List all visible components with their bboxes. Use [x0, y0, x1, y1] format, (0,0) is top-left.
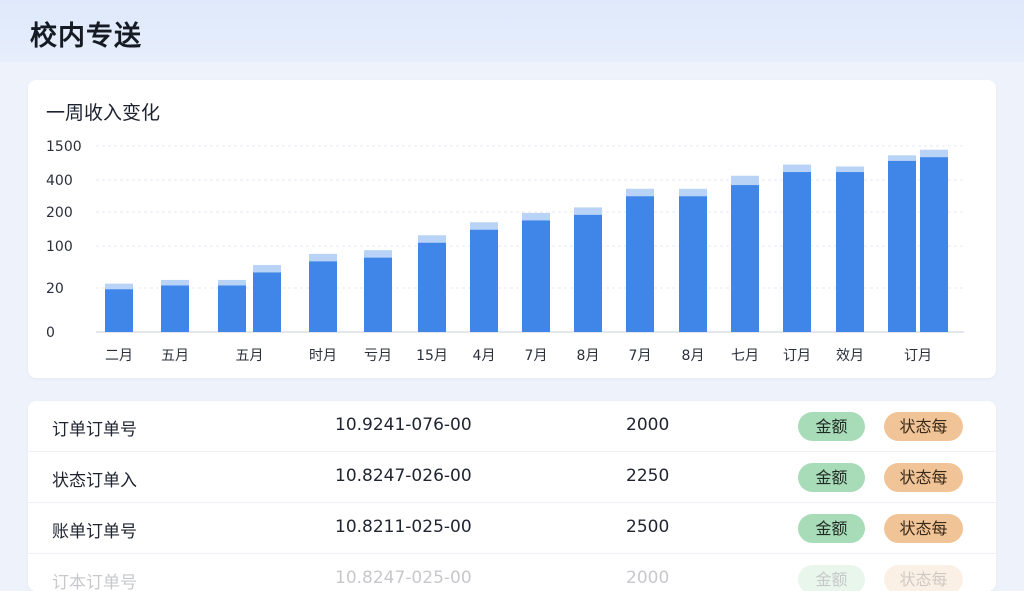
- x-tick-label: 15月: [416, 348, 448, 364]
- order-name: 账单订单号: [52, 522, 137, 542]
- bar-cap: [574, 207, 602, 215]
- bar: [836, 172, 864, 332]
- app-header: 校内专送: [0, 0, 1024, 62]
- order-amount: 2000: [626, 415, 670, 435]
- bar-cap: [836, 166, 864, 173]
- order-amount: 2000: [626, 568, 670, 588]
- status-badge[interactable]: 状态每: [884, 565, 963, 591]
- order-amount: 2250: [626, 466, 670, 486]
- amount-badge[interactable]: 金额: [798, 463, 865, 492]
- order-number: 10.8247-025-00: [335, 568, 472, 588]
- x-tick-label: 7月: [525, 348, 548, 364]
- bar-cap: [522, 212, 550, 221]
- bar-cap: [418, 235, 446, 243]
- bar: [309, 261, 337, 332]
- bar: [574, 214, 602, 332]
- bar: [105, 289, 133, 332]
- x-tick-label: 7月: [629, 348, 652, 364]
- bar-cap: [309, 253, 337, 262]
- x-tick-label: 订月: [904, 348, 932, 364]
- y-tick-label: 0: [46, 325, 55, 341]
- bar: [161, 285, 189, 332]
- order-name: 订单订单号: [52, 420, 137, 440]
- x-tick-label: 亏月: [364, 348, 392, 364]
- bar: [888, 160, 916, 332]
- bar: [418, 242, 446, 332]
- y-tick-label: 200: [46, 205, 73, 221]
- bar-cap: [161, 279, 189, 286]
- table-row[interactable]: 账单订单号 10.8211-025-00 2500 金额 状态每: [28, 503, 996, 554]
- status-badge[interactable]: 状态每: [884, 463, 963, 492]
- x-tick-label: 效月: [836, 348, 864, 364]
- x-tick-label: 4月: [473, 348, 496, 364]
- y-tick-label: 100: [46, 239, 73, 255]
- bar-cap: [218, 279, 246, 286]
- x-tick-label: 订月: [783, 348, 811, 364]
- bar-cap: [679, 188, 707, 197]
- x-tick-label: 时月: [309, 348, 337, 364]
- bar: [218, 285, 246, 332]
- bar-chart: 0 20 100 200 400 1500 二月 五月 五月 时月 亏月 15月 4月 7月 8月 7月 8月 七…: [46, 139, 964, 364]
- bar-cap: [364, 250, 392, 258]
- bar: [522, 220, 550, 332]
- x-tick-label: 8月: [577, 348, 600, 364]
- table-row[interactable]: 状态订单入 10.8247-026-00 2250 金额 状态每: [28, 452, 996, 503]
- order-number: 10.9241-076-00: [335, 415, 472, 435]
- amount-badge[interactable]: 金额: [798, 514, 865, 543]
- bar: [679, 196, 707, 332]
- table-row[interactable]: 订本订单号 10.8247-025-00 2000 金额 状态每: [28, 554, 996, 591]
- x-tick-label: 七月: [731, 348, 759, 364]
- order-number: 10.8211-025-00: [335, 517, 472, 537]
- x-tick-label: 五月: [236, 348, 264, 364]
- bar: [626, 196, 654, 332]
- bar: [783, 172, 811, 332]
- y-tick-label: 400: [46, 173, 73, 189]
- x-tick-label: 二月: [105, 348, 133, 364]
- y-tick-label: 20: [46, 281, 64, 297]
- bar-cap: [888, 155, 916, 161]
- order-amount: 2500: [626, 517, 670, 537]
- amount-badge[interactable]: 金额: [798, 565, 865, 591]
- bar: [470, 229, 498, 332]
- x-tick-label: 五月: [161, 348, 189, 364]
- bar-cap: [731, 175, 759, 186]
- bar: [731, 185, 759, 332]
- bar-cap: [626, 188, 654, 197]
- bar-cap: [470, 222, 498, 230]
- bar-cap: [253, 265, 281, 273]
- order-number: 10.8247-026-00: [335, 466, 472, 486]
- status-badge[interactable]: 状态每: [884, 412, 963, 441]
- revenue-chart-card: 一周收入变化 0 20 100 200 400 1500 二月 五月 五月 时月 亏月 15月 4月 7月…: [28, 80, 996, 378]
- x-tick-label: 8月: [682, 348, 705, 364]
- status-badge[interactable]: 状态每: [884, 514, 963, 543]
- bar-cap: [783, 164, 811, 173]
- order-name: 订本订单号: [52, 573, 137, 591]
- y-tick-label: 1500: [46, 139, 82, 155]
- amount-badge[interactable]: 金额: [798, 412, 865, 441]
- table-row[interactable]: 订单订单号 10.9241-076-00 2000 金额 状态每: [28, 401, 996, 452]
- page-title: 校内专送: [30, 21, 142, 52]
- bar: [920, 157, 948, 332]
- orders-table: 订单订单号 10.9241-076-00 2000 金额 状态每 状态订单入 10.8247…: [28, 401, 996, 591]
- bar-cap: [105, 283, 133, 290]
- bar: [253, 272, 281, 332]
- order-name: 状态订单入: [52, 471, 137, 491]
- bar: [364, 257, 392, 332]
- bar-cap: [920, 149, 948, 158]
